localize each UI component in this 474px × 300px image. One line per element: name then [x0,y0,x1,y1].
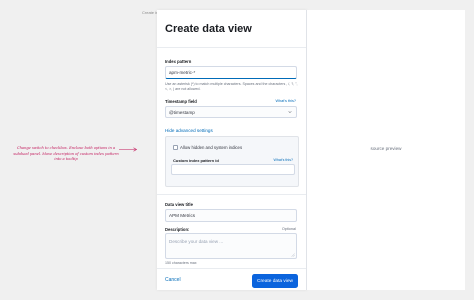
flyout-title: Create data view [165,23,252,35]
flyout-footer: Cancel Create data view [157,268,306,290]
description-textarea[interactable]: Describe your data view ... [165,233,297,259]
custom-index-pattern-id-label: Custom index pattern id [173,158,219,163]
hidden-indices-checkbox-label[interactable]: Allow hidden and system indices [180,145,242,150]
description-label: Description: [165,227,190,232]
data-view-title-value: APM Metrics [169,213,196,218]
data-view-title-input[interactable]: APM Metrics [165,209,297,222]
chevron-down-icon [288,110,292,114]
source-preview-panel: source preview [307,10,465,290]
data-view-title-label: Data view title [165,202,193,207]
source-preview-label: source preview [370,146,402,151]
advanced-settings-panel: Allow hidden and system indices Custom i… [165,136,299,187]
hidden-indices-checkbox[interactable] [173,145,178,150]
timestamp-field-label: Timestamp field [165,99,197,104]
section-divider [157,194,306,195]
hide-advanced-settings-link[interactable]: Hide advanced settings [165,128,213,133]
index-pattern-input[interactable]: apm-metric-* [165,66,297,79]
annotation-arrow-icon [119,147,138,152]
index-pattern-label: Index pattern [165,59,192,64]
resize-grip-icon[interactable] [291,253,295,257]
design-annotation: Change switch to checkbox. Enclose both … [13,146,119,162]
index-pattern-value: apm-metric-* [169,70,196,75]
flyout-header: Create data view [157,10,306,48]
custom-id-whats-this-link[interactable]: What's this? [274,158,293,162]
index-pattern-help: Use an asterisk (*) to match multiple ch… [165,82,298,91]
timestamp-select[interactable]: @timestamp [165,106,297,118]
description-placeholder: Describe your data view ... [169,239,224,244]
create-data-view-flyout: Create data view Index pattern apm-metri… [157,10,307,290]
description-optional-hint: Optional [281,227,296,231]
timestamp-selected-value: @timestamp [169,109,195,115]
timestamp-whats-this-link[interactable]: What's this? [275,99,296,103]
create-data-view-button[interactable]: Create data view [252,274,298,288]
description-char-counter: 150 characters max [165,261,197,265]
cancel-button[interactable]: Cancel [165,277,181,283]
custom-index-pattern-id-input[interactable] [171,164,295,175]
